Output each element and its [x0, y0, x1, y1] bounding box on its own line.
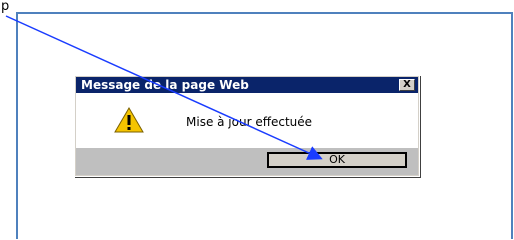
alert-dialog: Message de la page Web X Mise à jour eff…: [74, 75, 420, 177]
close-icon: X: [403, 79, 411, 90]
dialog-title: Message de la page Web: [81, 78, 249, 92]
ok-button-label: OK: [329, 153, 345, 166]
dialog-message: Mise à jour effectuée: [186, 115, 313, 129]
dialog-content: Mise à jour effectuée: [76, 93, 418, 148]
ok-button[interactable]: OK: [267, 152, 407, 168]
close-button[interactable]: X: [399, 79, 415, 91]
warning-icon: [114, 107, 144, 133]
dialog-titlebar: Message de la page Web X: [76, 77, 418, 93]
page-heading: p: [1, 0, 10, 14]
dialog-footer: OK: [76, 148, 418, 175]
